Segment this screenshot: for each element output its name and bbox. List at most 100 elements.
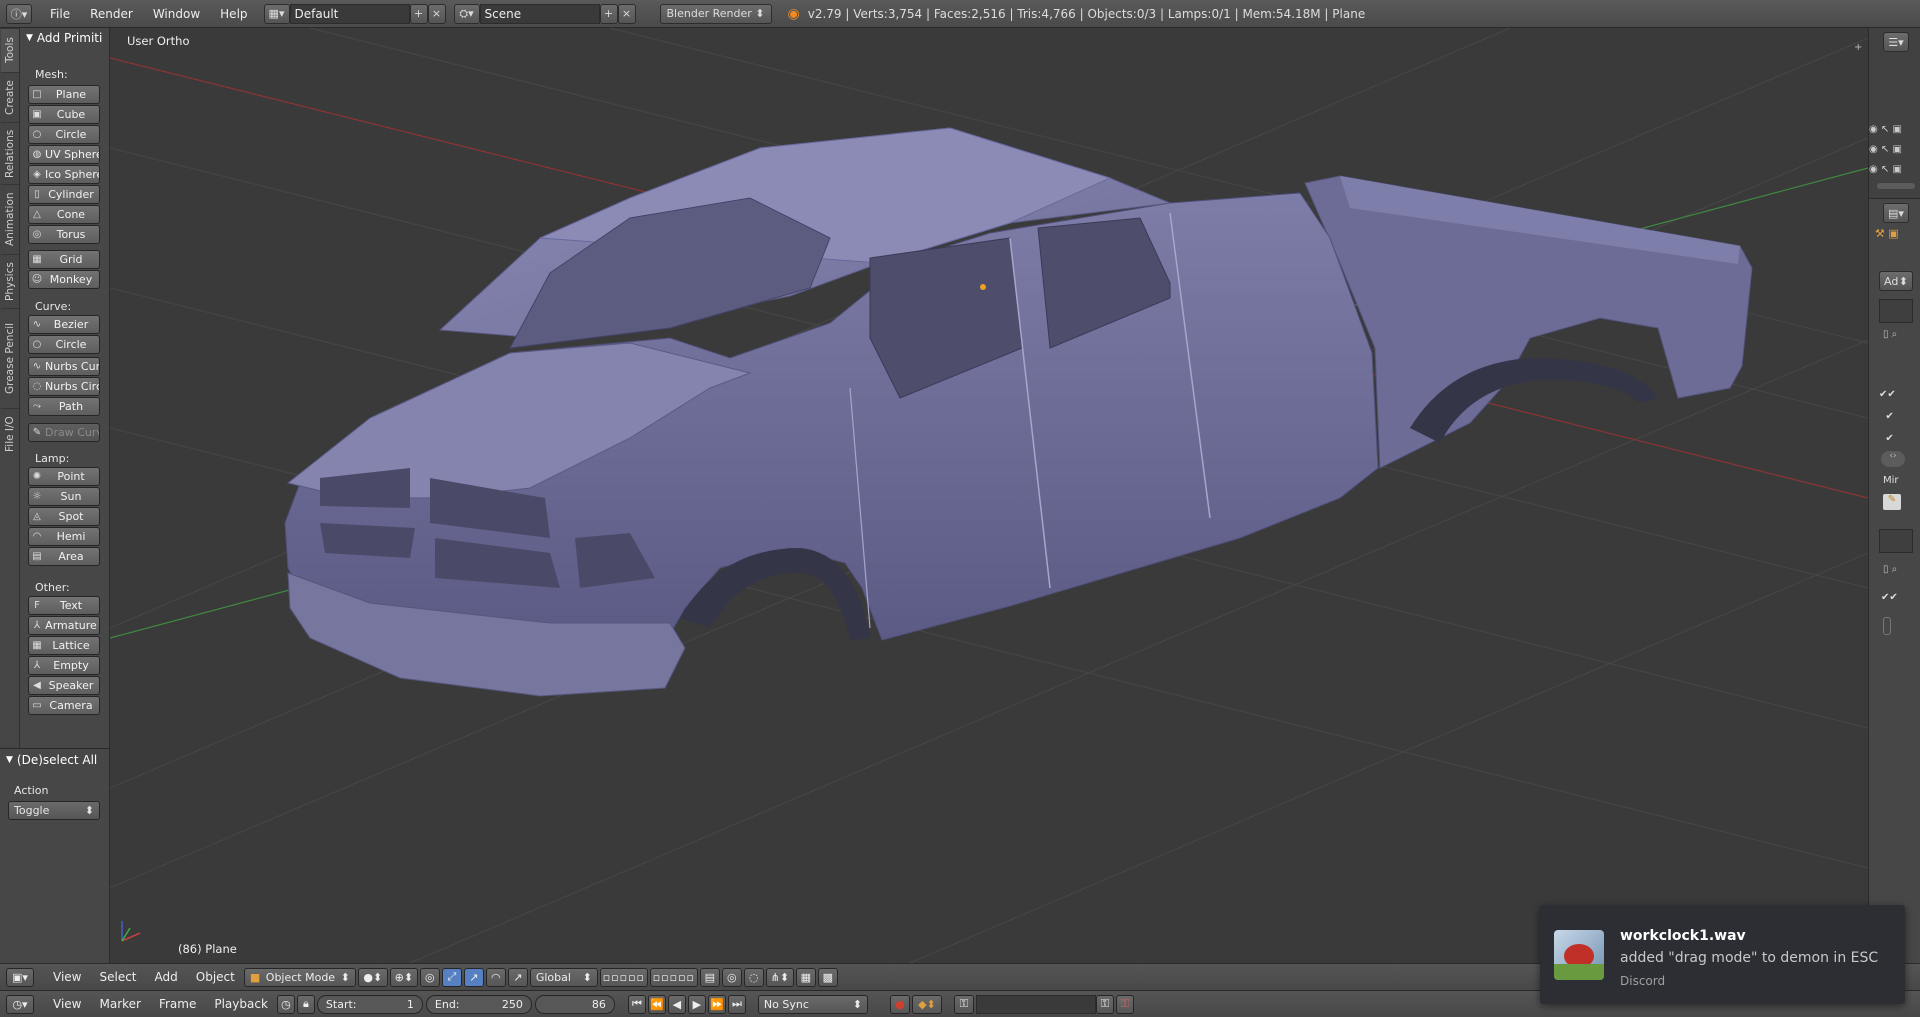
layer-lock-icon[interactable]: ▤: [699, 967, 720, 987]
view3d-menu-view[interactable]: View: [44, 970, 90, 984]
mesh-cylinder-button[interactable]: ▯ Cylinder: [28, 185, 100, 204]
discord-notification[interactable]: workclock1.wav added "drag mode" to demo…: [1540, 905, 1905, 1004]
mesh-cone-button[interactable]: △ Cone: [28, 205, 100, 224]
record-icon[interactable]: ●: [889, 994, 910, 1014]
viewport-canvas[interactable]: [110, 28, 1868, 963]
editor-type-timeline-icon[interactable]: ◷▾: [6, 994, 34, 1014]
curve-bezier-button[interactable]: ∿ Bezier: [28, 315, 100, 334]
modifier-checkbox[interactable]: ✔✔: [1881, 592, 1898, 603]
mirror-axis-toggle[interactable]: ‹›: [1881, 451, 1905, 467]
layout-icon[interactable]: ▦▾: [263, 3, 290, 24]
other-empty-button[interactable]: ⅄ Empty: [28, 656, 100, 675]
mesh-ico-sphere-button[interactable]: ◈ Ico Sphere: [28, 165, 100, 184]
mesh-monkey-button[interactable]: ☺ Monkey: [28, 270, 100, 289]
3d-viewport[interactable]: User Ortho (86) Plane +: [110, 28, 1868, 963]
action-select[interactable]: Toggle ⬍: [8, 801, 100, 820]
translate-icon[interactable]: ↗: [463, 967, 484, 987]
scene-field[interactable]: Scene: [479, 3, 600, 24]
curve-path-button[interactable]: ⤳ Path: [28, 397, 100, 416]
visibility-eye-icon[interactable]: ◉ ↖ ▣: [1869, 140, 1902, 160]
outliner-editor-icon[interactable]: ☰▾: [1883, 32, 1909, 52]
mesh-circle-button[interactable]: ○ Circle: [28, 125, 100, 144]
orientation-select[interactable]: Global ⬍: [529, 967, 598, 987]
tab-relations[interactable]: Relations: [1, 122, 19, 184]
mesh-torus-button[interactable]: ◎ Torus: [28, 225, 100, 244]
timeline-menu-playback[interactable]: Playback: [205, 997, 277, 1011]
lamp-area-button[interactable]: ▤ Area: [28, 547, 100, 566]
modifier-checkboxes[interactable]: ✔✔ ✔ ✔: [1879, 384, 1896, 450]
edit-icon[interactable]: ✎: [1883, 494, 1901, 510]
lamp-spot-button[interactable]: ◬ Spot: [28, 507, 100, 526]
delete-keyframe-icon[interactable]: ⚿: [1115, 994, 1134, 1014]
curve-nurbs-curv-button[interactable]: ∿Nurbs Curv: [28, 357, 100, 376]
properties-toggle-icon[interactable]: +: [1854, 42, 1864, 53]
tab-create[interactable]: Create: [1, 72, 19, 122]
tab-tools[interactable]: Tools: [1, 28, 19, 72]
lamp-point-button[interactable]: ✺ Point: [28, 467, 100, 486]
visibility-eye-icon[interactable]: ◉ ↖ ▣: [1869, 120, 1902, 140]
tab-physics[interactable]: Physics: [1, 254, 19, 308]
other-speaker-button[interactable]: ◀ Speaker: [28, 676, 100, 695]
menu-file[interactable]: File: [40, 7, 80, 21]
tab-file-io[interactable]: File I/O: [1, 408, 19, 460]
other-armature-button[interactable]: ⅄ Armature: [28, 616, 100, 635]
menu-render[interactable]: Render: [80, 7, 143, 21]
pivot-select-icon[interactable]: ⊕⬍: [389, 967, 418, 987]
mesh-plane-button[interactable]: □ Plane: [28, 85, 100, 104]
play-icon[interactable]: ▶: [687, 994, 706, 1014]
editor-type-info-icon[interactable]: ⓘ▾: [6, 3, 32, 24]
curve-nurbs-circl-button[interactable]: ◌ Nurbs Circl: [28, 377, 100, 396]
snap-target-icon[interactable]: ⋔⬍: [765, 967, 794, 987]
view3d-menu-add[interactable]: Add: [146, 970, 187, 984]
next-keyframe-icon[interactable]: ⏩: [707, 994, 726, 1014]
tab-grease-pencil[interactable]: Grease Pencil: [1, 308, 19, 408]
lamp-hemi-button[interactable]: ◠ Hemi: [28, 527, 100, 546]
curve-circle-button[interactable]: ○ Circle: [28, 335, 100, 354]
other-text-button[interactable]: F Text: [28, 596, 100, 615]
modifier-toggle-icons[interactable]: ▯ ⌕: [1883, 564, 1897, 575]
render-animation-icon[interactable]: ▩: [817, 967, 838, 987]
insert-keyframe-icon[interactable]: ⚿: [1095, 994, 1114, 1014]
snap-element-icon[interactable]: ◌: [743, 967, 764, 987]
curve-draw-curv-button[interactable]: ✎ Draw Curv: [28, 423, 100, 442]
screen-layout-field[interactable]: Default: [289, 3, 410, 24]
mode-select[interactable]: ■ Object Mode ⬍: [243, 967, 356, 987]
mesh-uv-sphere-button[interactable]: ◍ UV Sphere: [28, 145, 100, 164]
timeline-menu-marker[interactable]: Marker: [90, 997, 149, 1011]
render-engine-select[interactable]: Blender Render ⬍: [659, 3, 772, 24]
scale-icon[interactable]: ↗: [507, 967, 528, 987]
remove-scene-icon[interactable]: ×: [617, 3, 636, 24]
scene-icon[interactable]: ⛭▾: [453, 3, 480, 24]
lamp-sun-button[interactable]: ☼ Sun: [28, 487, 100, 506]
play-reverse-icon[interactable]: ◀: [667, 994, 686, 1014]
add-modifier-select[interactable]: Ad ⬍: [1879, 271, 1913, 291]
manipulator-icon[interactable]: ⤢: [441, 967, 462, 987]
mesh-grid-button[interactable]: ▦ Grid: [28, 250, 100, 269]
mesh-cube-button[interactable]: ▣ Cube: [28, 105, 100, 124]
start-frame-field[interactable]: Start: 1: [316, 994, 423, 1014]
modifier-slider[interactable]: [1883, 617, 1891, 635]
jump-end-icon[interactable]: ⏭: [727, 994, 746, 1014]
editor-type-3d-icon[interactable]: ▣▾: [6, 967, 34, 987]
snap-icon[interactable]: ◎: [419, 967, 440, 987]
properties-editor-icon[interactable]: ▤▾: [1883, 203, 1909, 223]
keying-set-icon[interactable]: ⚿: [953, 994, 974, 1014]
layers-group-2[interactable]: ▫▫▫▫▫: [649, 967, 698, 987]
view3d-menu-object[interactable]: Object: [187, 970, 244, 984]
shading-select-icon[interactable]: ●⬍: [357, 967, 388, 987]
object-origin[interactable]: [980, 284, 986, 290]
prev-keyframe-icon[interactable]: ⏪: [647, 994, 666, 1014]
modifier-wrench-icon[interactable]: ⚒ ▣: [1875, 227, 1899, 240]
timeline-menu-view[interactable]: View: [44, 997, 90, 1011]
truck-mesh[interactable]: [284, 127, 1753, 697]
timeline-menu-frame[interactable]: Frame: [150, 997, 205, 1011]
operator-panel-header[interactable]: ▼ (De)select All: [0, 750, 109, 770]
outliner-scrollbar[interactable]: [1877, 183, 1915, 189]
remove-layout-icon[interactable]: ×: [427, 3, 446, 24]
keying-icon[interactable]: ◆⬍: [911, 994, 942, 1014]
lock-icon[interactable]: 🔒︎: [296, 994, 315, 1014]
keying-set-field[interactable]: [975, 994, 1096, 1014]
end-frame-field[interactable]: End: 250: [425, 994, 532, 1014]
visibility-eye-icon[interactable]: ◉ ↖ ▣: [1869, 160, 1902, 180]
rotate-icon[interactable]: ◠: [485, 967, 506, 987]
